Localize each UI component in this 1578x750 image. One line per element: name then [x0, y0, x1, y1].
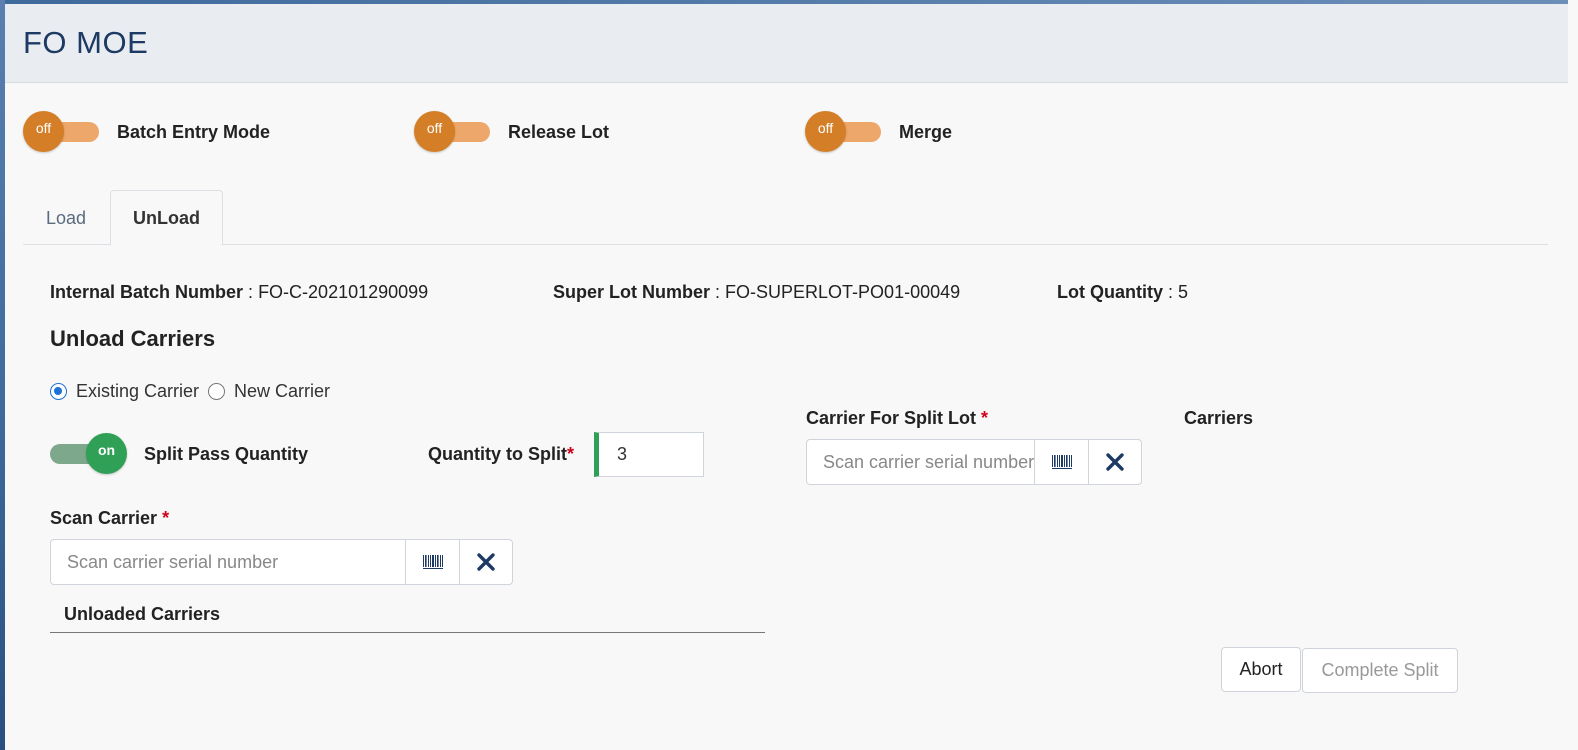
lot-quantity: Lot Quantity : 5 — [1057, 282, 1188, 303]
batch-entry-mode-toggle[interactable]: off — [23, 110, 99, 154]
toggle-knob: off — [23, 111, 64, 152]
release-lot-label: Release Lot — [508, 121, 610, 142]
split-lot-barcode-button[interactable] — [1035, 440, 1088, 484]
super-lot-number: Super Lot Number : FO-SUPERLOT-PO01-0004… — [553, 282, 960, 303]
existing-carrier-radio[interactable] — [50, 383, 67, 400]
super-lot-number-value: FO-SUPERLOT-PO01-00049 — [725, 282, 961, 302]
internal-batch-number: Internal Batch Number : FO-C-20210129009… — [50, 282, 428, 303]
internal-batch-number-label: Internal Batch Number — [50, 282, 244, 302]
scan-carrier-label: Scan Carrier * — [50, 508, 169, 529]
tab-load[interactable]: Load — [23, 190, 109, 246]
quantity-to-split-text: Quantity to Split — [428, 444, 567, 464]
required-mark: * — [981, 408, 989, 428]
toggle-knob: on — [86, 433, 127, 474]
unloaded-carriers-header: Unloaded Carriers — [50, 604, 765, 633]
scan-carrier-label-text: Scan Carrier — [50, 508, 158, 528]
tab-unload[interactable]: UnLoad — [110, 190, 223, 246]
quantity-to-split-input[interactable]: 3 — [594, 432, 704, 477]
carrier-type-radio-group: Existing Carrier New Carrier — [50, 381, 330, 402]
carriers-label: Carriers — [1184, 408, 1254, 428]
lot-quantity-value: 5 — [1178, 282, 1189, 302]
split-lot-clear-button[interactable] — [1088, 440, 1141, 484]
scan-carrier-barcode-button[interactable] — [406, 540, 459, 584]
existing-carrier-label[interactable]: Existing Carrier — [76, 381, 199, 402]
lot-quantity-label: Lot Quantity — [1057, 282, 1163, 302]
close-icon — [477, 553, 495, 571]
toggle-knob: off — [414, 111, 455, 152]
internal-batch-number-value: FO-C-202101290099 — [258, 282, 429, 302]
close-icon — [1106, 453, 1124, 471]
info-separator: : — [243, 282, 259, 302]
release-lot-toggle[interactable]: off — [414, 110, 490, 154]
app-title: FO MOE — [23, 25, 149, 60]
new-carrier-radio[interactable] — [208, 383, 226, 400]
carrier-for-split-lot-label-text: Carrier For Split Lot — [806, 408, 977, 428]
required-mark: * — [162, 508, 170, 528]
batch-entry-mode-toggle-group: off Batch Entry Mode — [23, 110, 270, 154]
app-header: FO MOE — [5, 4, 1568, 83]
carrier-for-split-lot-label: Carrier For Split Lot * — [806, 408, 988, 429]
super-lot-number-label: Super Lot Number — [553, 282, 711, 302]
merge-label: Merge — [899, 121, 953, 142]
batch-entry-mode-label: Batch Entry Mode — [117, 121, 271, 142]
split-pass-quantity-toggle[interactable]: on — [50, 432, 127, 476]
merge-toggle-group: off Merge — [805, 110, 952, 154]
tab-bar: Load UnLoad — [23, 190, 1548, 246]
window-right-edge — [1568, 0, 1578, 750]
scan-carrier-input-group: Scan carrier serial number — [50, 539, 513, 585]
scan-carrier-clear-button[interactable] — [459, 540, 512, 584]
required-mark: * — [567, 444, 575, 464]
split-lot-carrier-input-group: Scan carrier serial number — [806, 439, 1142, 485]
mode-toggles: off Batch Entry Mode off Release Lot off… — [23, 110, 1023, 154]
new-carrier-label[interactable]: New Carrier — [234, 381, 330, 402]
unload-carriers-title: Unload Carriers — [50, 326, 216, 351]
merge-toggle[interactable]: off — [805, 110, 881, 154]
info-separator: : — [1163, 282, 1179, 302]
complete-split-button[interactable]: Complete Split — [1302, 648, 1458, 693]
split-lot-carrier-input[interactable]: Scan carrier serial number — [807, 440, 1035, 484]
app-root: FO MOE off Batch Entry Mode off Release … — [5, 4, 1568, 750]
split-pass-quantity-label: Split Pass Quantity — [144, 444, 309, 464]
barcode-icon — [1051, 455, 1072, 469]
quantity-to-split-label: Quantity to Split* — [428, 444, 574, 465]
release-lot-toggle-group: off Release Lot — [414, 110, 609, 154]
split-pass-row: on Split Pass Quantity Quantity to Split… — [50, 432, 750, 477]
abort-button[interactable]: Abort — [1221, 647, 1301, 692]
scan-carrier-input[interactable]: Scan carrier serial number — [51, 540, 406, 584]
info-separator: : — [710, 282, 726, 302]
barcode-icon — [422, 555, 443, 569]
toggle-knob: off — [805, 111, 846, 152]
